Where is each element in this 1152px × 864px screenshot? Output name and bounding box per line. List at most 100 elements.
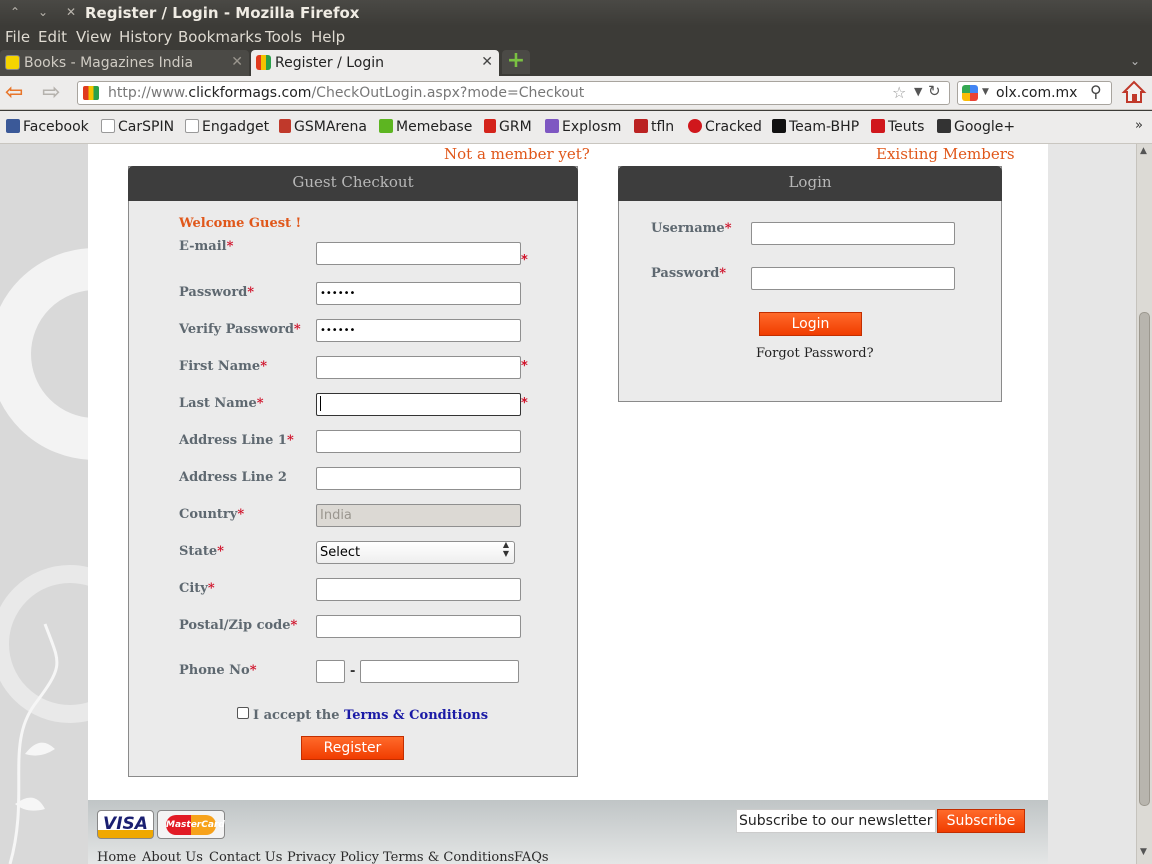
reload-icon[interactable]: ↻ [928,82,941,100]
login-button[interactable]: Login [759,312,862,336]
bookmark-facebook[interactable]: Facebook [6,119,89,135]
page-viewport: Not a member yet? Existing Members Guest… [0,144,1136,864]
state-select[interactable]: Select ▲ ▼ [316,540,515,564]
password-field[interactable]: •••••• [316,282,521,305]
state-select-value: Select [320,545,361,560]
bookmarks-bar: Facebook CarSPIN Engadget GSMArena Memeb… [0,111,1152,144]
address-line1-label: Address Line 1* [179,433,294,448]
address-line1-field[interactable] [316,430,521,453]
footer-link-contact[interactable]: Contact Us [209,850,282,864]
state-label: State* [179,544,224,559]
close-tab-icon[interactable]: ✕ [231,50,243,74]
tab-books[interactable]: Books - Magazines India ✕ [0,50,249,76]
home-icon[interactable] [1121,79,1147,105]
engine-dropdown-icon[interactable]: ▼ [982,87,989,97]
username-field[interactable] [751,222,955,245]
menu-bar: File Edit View History Bookmarks Tools H… [0,26,1152,48]
close-window-icon[interactable]: ✕ [64,5,78,19]
menu-history[interactable]: History [119,28,172,46]
register-button[interactable]: Register [301,736,404,760]
site-identity-icon[interactable] [83,86,99,100]
bookmark-cracked[interactable]: Cracked [688,119,762,135]
accept-terms-checkbox[interactable] [237,707,249,719]
maximize-icon[interactable]: ⌃ [8,5,22,19]
forgot-password-link[interactable]: Forgot Password? [756,346,874,361]
scroll-up-icon[interactable]: ▲ [1140,146,1147,156]
search-input[interactable]: olx.com.mx [996,85,1077,101]
scroll-down-icon[interactable]: ▼ [1140,847,1147,857]
bookmark-memebase[interactable]: Memebase [379,119,472,135]
tab-bar: Books - Magazines India ✕ Register / Log… [0,48,1152,76]
email-label: E-mail* [179,239,234,254]
bookmark-star-icon[interactable]: ☆ [892,83,906,102]
search-icon[interactable]: ⚲ [1090,82,1102,101]
menu-edit[interactable]: Edit [38,28,67,46]
last-name-field[interactable] [316,393,521,416]
first-name-field[interactable] [316,356,521,379]
search-bar[interactable]: ▼ olx.com.mx ⚲ [957,81,1112,105]
url-bar[interactable]: http://www.clickformags.com/CheckOutLogi… [77,81,950,105]
bookmarks-overflow-icon[interactable]: » [1135,118,1143,133]
bookmark-google-plus[interactable]: Google+ [937,119,1015,135]
tab-register-login[interactable]: Register / Login ✕ [251,50,499,76]
verify-password-field[interactable]: •••••• [316,319,521,342]
terms-link[interactable]: Terms & Conditions [344,708,488,723]
footer-link-privacy[interactable]: Privacy Policy [287,850,379,864]
back-arrow-icon[interactable]: ⇦ [5,80,23,105]
close-tab-icon[interactable]: ✕ [481,50,493,74]
password-label: Password* [179,285,255,300]
login-password-field[interactable] [751,267,955,290]
scrollbar-thumb[interactable] [1139,312,1150,806]
new-tab-plus-icon[interactable]: + [502,50,530,74]
footer-link-faqs[interactable]: FAQs [514,850,549,864]
page-footer: VISA MasterCard Subscribe to our newslet… [88,800,1048,864]
email-field[interactable] [316,242,521,265]
postal-code-field[interactable] [316,615,521,638]
welcome-text: Welcome Guest ! [179,216,302,231]
bookmark-teuts[interactable]: Teuts [871,119,924,135]
city-label: City* [179,581,215,596]
guest-checkout-panel: Guest Checkout Welcome Guest ! E-mail* *… [128,166,578,777]
window-title: Register / Login - Mozilla Firefox [85,4,360,22]
accept-terms-text: I accept the Terms & Conditions [253,708,489,723]
login-panel: Login Username* Password* Login Forgot P… [618,166,1002,402]
minimize-icon[interactable]: ⌄ [36,5,50,19]
existing-members-heading: Existing Members [876,145,1015,163]
page-scrollbar[interactable]: ▲ ▼ [1136,144,1152,864]
url-text: http://www.clickformags.com/CheckOutLogi… [108,85,585,101]
bookmark-grm[interactable]: GRM [484,119,532,135]
email-required-mark: * [521,253,528,268]
bookmark-explosm[interactable]: Explosm [545,119,621,135]
phone-number-field[interactable] [360,660,519,683]
address-line2-field[interactable] [316,467,521,490]
bookmark-tfln[interactable]: tfln [634,119,674,135]
not-member-heading: Not a member yet? [444,145,590,163]
city-field[interactable] [316,578,521,601]
tab-list-chevron-icon[interactable]: ⌄ [1130,54,1140,68]
bookmark-team-bhp[interactable]: Team-BHP [772,119,859,135]
bookmark-gsmarena[interactable]: GSMArena [279,119,367,135]
postal-code-label: Postal/Zip code* [179,618,298,633]
subscribe-button[interactable]: Subscribe [937,809,1025,833]
menu-bookmarks[interactable]: Bookmarks [178,28,262,46]
forward-arrow-icon[interactable]: ⇨ [42,80,60,105]
url-dropdown-icon[interactable]: ▼ [914,85,922,98]
footer-link-home[interactable]: Home [97,850,136,864]
bookmark-engadget[interactable]: Engadget [185,119,269,135]
newsletter-input[interactable]: Subscribe to our newsletter [736,809,936,833]
menu-tools[interactable]: Tools [265,28,302,46]
menu-help[interactable]: Help [311,28,345,46]
google-engine-icon[interactable] [962,85,978,101]
username-label: Username* [651,221,732,236]
footer-link-about[interactable]: About Us [142,850,203,864]
bookmark-carspin[interactable]: CarSPIN [101,119,174,135]
visa-logo: VISA [97,810,154,839]
address-line2-label: Address Line 2 [179,470,287,485]
phone-code-field[interactable] [316,660,345,683]
clickformags-favicon-icon [256,55,271,70]
login-title: Login [618,166,1002,201]
menu-file[interactable]: File [5,28,30,46]
last-name-label: Last Name* [179,396,264,411]
menu-view[interactable]: View [76,28,112,46]
footer-link-terms[interactable]: Terms & Conditions [383,850,514,864]
